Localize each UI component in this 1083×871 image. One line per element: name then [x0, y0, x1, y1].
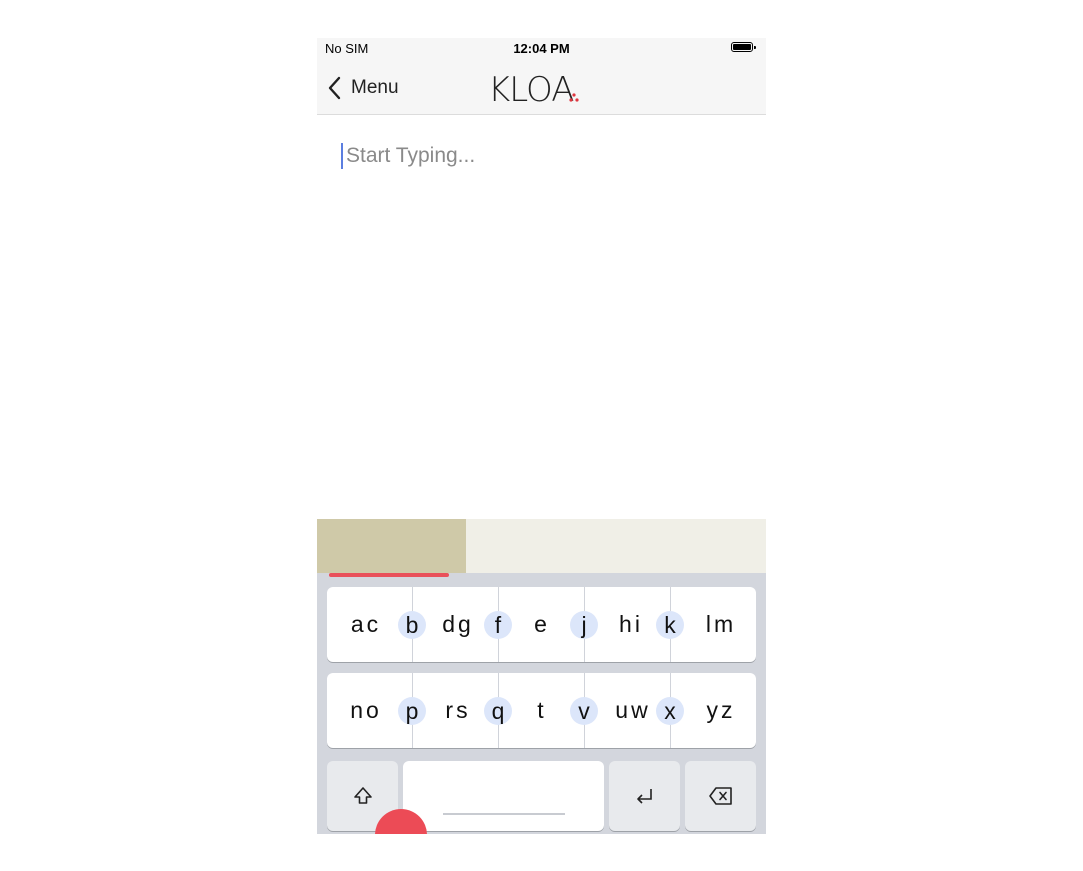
key-group-e[interactable]: e: [523, 587, 561, 662]
space-key[interactable]: [403, 761, 604, 831]
key-group-lm[interactable]: lm: [692, 587, 750, 662]
key-group-hi[interactable]: hi: [606, 587, 656, 662]
key-group-yz[interactable]: yz: [692, 673, 750, 748]
key-x[interactable]: x: [656, 697, 684, 725]
header: No SIM 12:04 PM Menu KLOA: [317, 38, 766, 115]
back-label: Menu: [351, 77, 399, 98]
input-progress-bar: [329, 573, 449, 577]
text-caret: [341, 143, 343, 169]
key-q[interactable]: q: [484, 697, 512, 725]
key-b[interactable]: b: [398, 611, 426, 639]
status-time: 12:04 PM: [513, 41, 570, 56]
kloa-logo: KLOA: [488, 70, 598, 110]
keyboard: ac dg e hi lm b f j k no rs t uw yz p q …: [317, 573, 766, 834]
key-v[interactable]: v: [570, 697, 598, 725]
key-f[interactable]: f: [484, 611, 512, 639]
key-group-uw[interactable]: uw: [606, 673, 660, 748]
return-icon: [636, 789, 652, 804]
return-key[interactable]: [609, 761, 680, 831]
back-button[interactable]: Menu: [327, 74, 399, 102]
text-editor[interactable]: Start Typing...: [341, 141, 741, 171]
delete-icon: [708, 787, 732, 805]
editor-placeholder: Start Typing...: [346, 144, 476, 167]
logo-dots-icon: [569, 93, 579, 102]
key-p[interactable]: p: [398, 697, 426, 725]
space-bar-line: [443, 813, 565, 815]
suggestion-slot-active[interactable]: [317, 519, 466, 573]
key-group-rs[interactable]: rs: [431, 673, 485, 748]
key-j[interactable]: j: [570, 611, 598, 639]
key-group-t[interactable]: t: [523, 673, 561, 748]
key-k[interactable]: k: [656, 611, 684, 639]
key-group-dg[interactable]: dg: [431, 587, 485, 662]
battery-icon: [731, 42, 756, 52]
suggestion-bar: [317, 519, 766, 573]
delete-key[interactable]: [685, 761, 756, 831]
chevron-left-icon: [327, 74, 347, 102]
key-group-ac[interactable]: ac: [339, 587, 393, 662]
key-row-1: ac dg e hi lm b f j k: [327, 587, 756, 662]
key-group-no[interactable]: no: [339, 673, 393, 748]
key-row-2: no rs t uw yz p q v x: [327, 673, 756, 748]
shift-icon: [353, 787, 372, 804]
logo-text: KLOA: [488, 70, 574, 110]
phone-screen: No SIM 12:04 PM Menu KLOA Start Typing..…: [317, 38, 766, 834]
